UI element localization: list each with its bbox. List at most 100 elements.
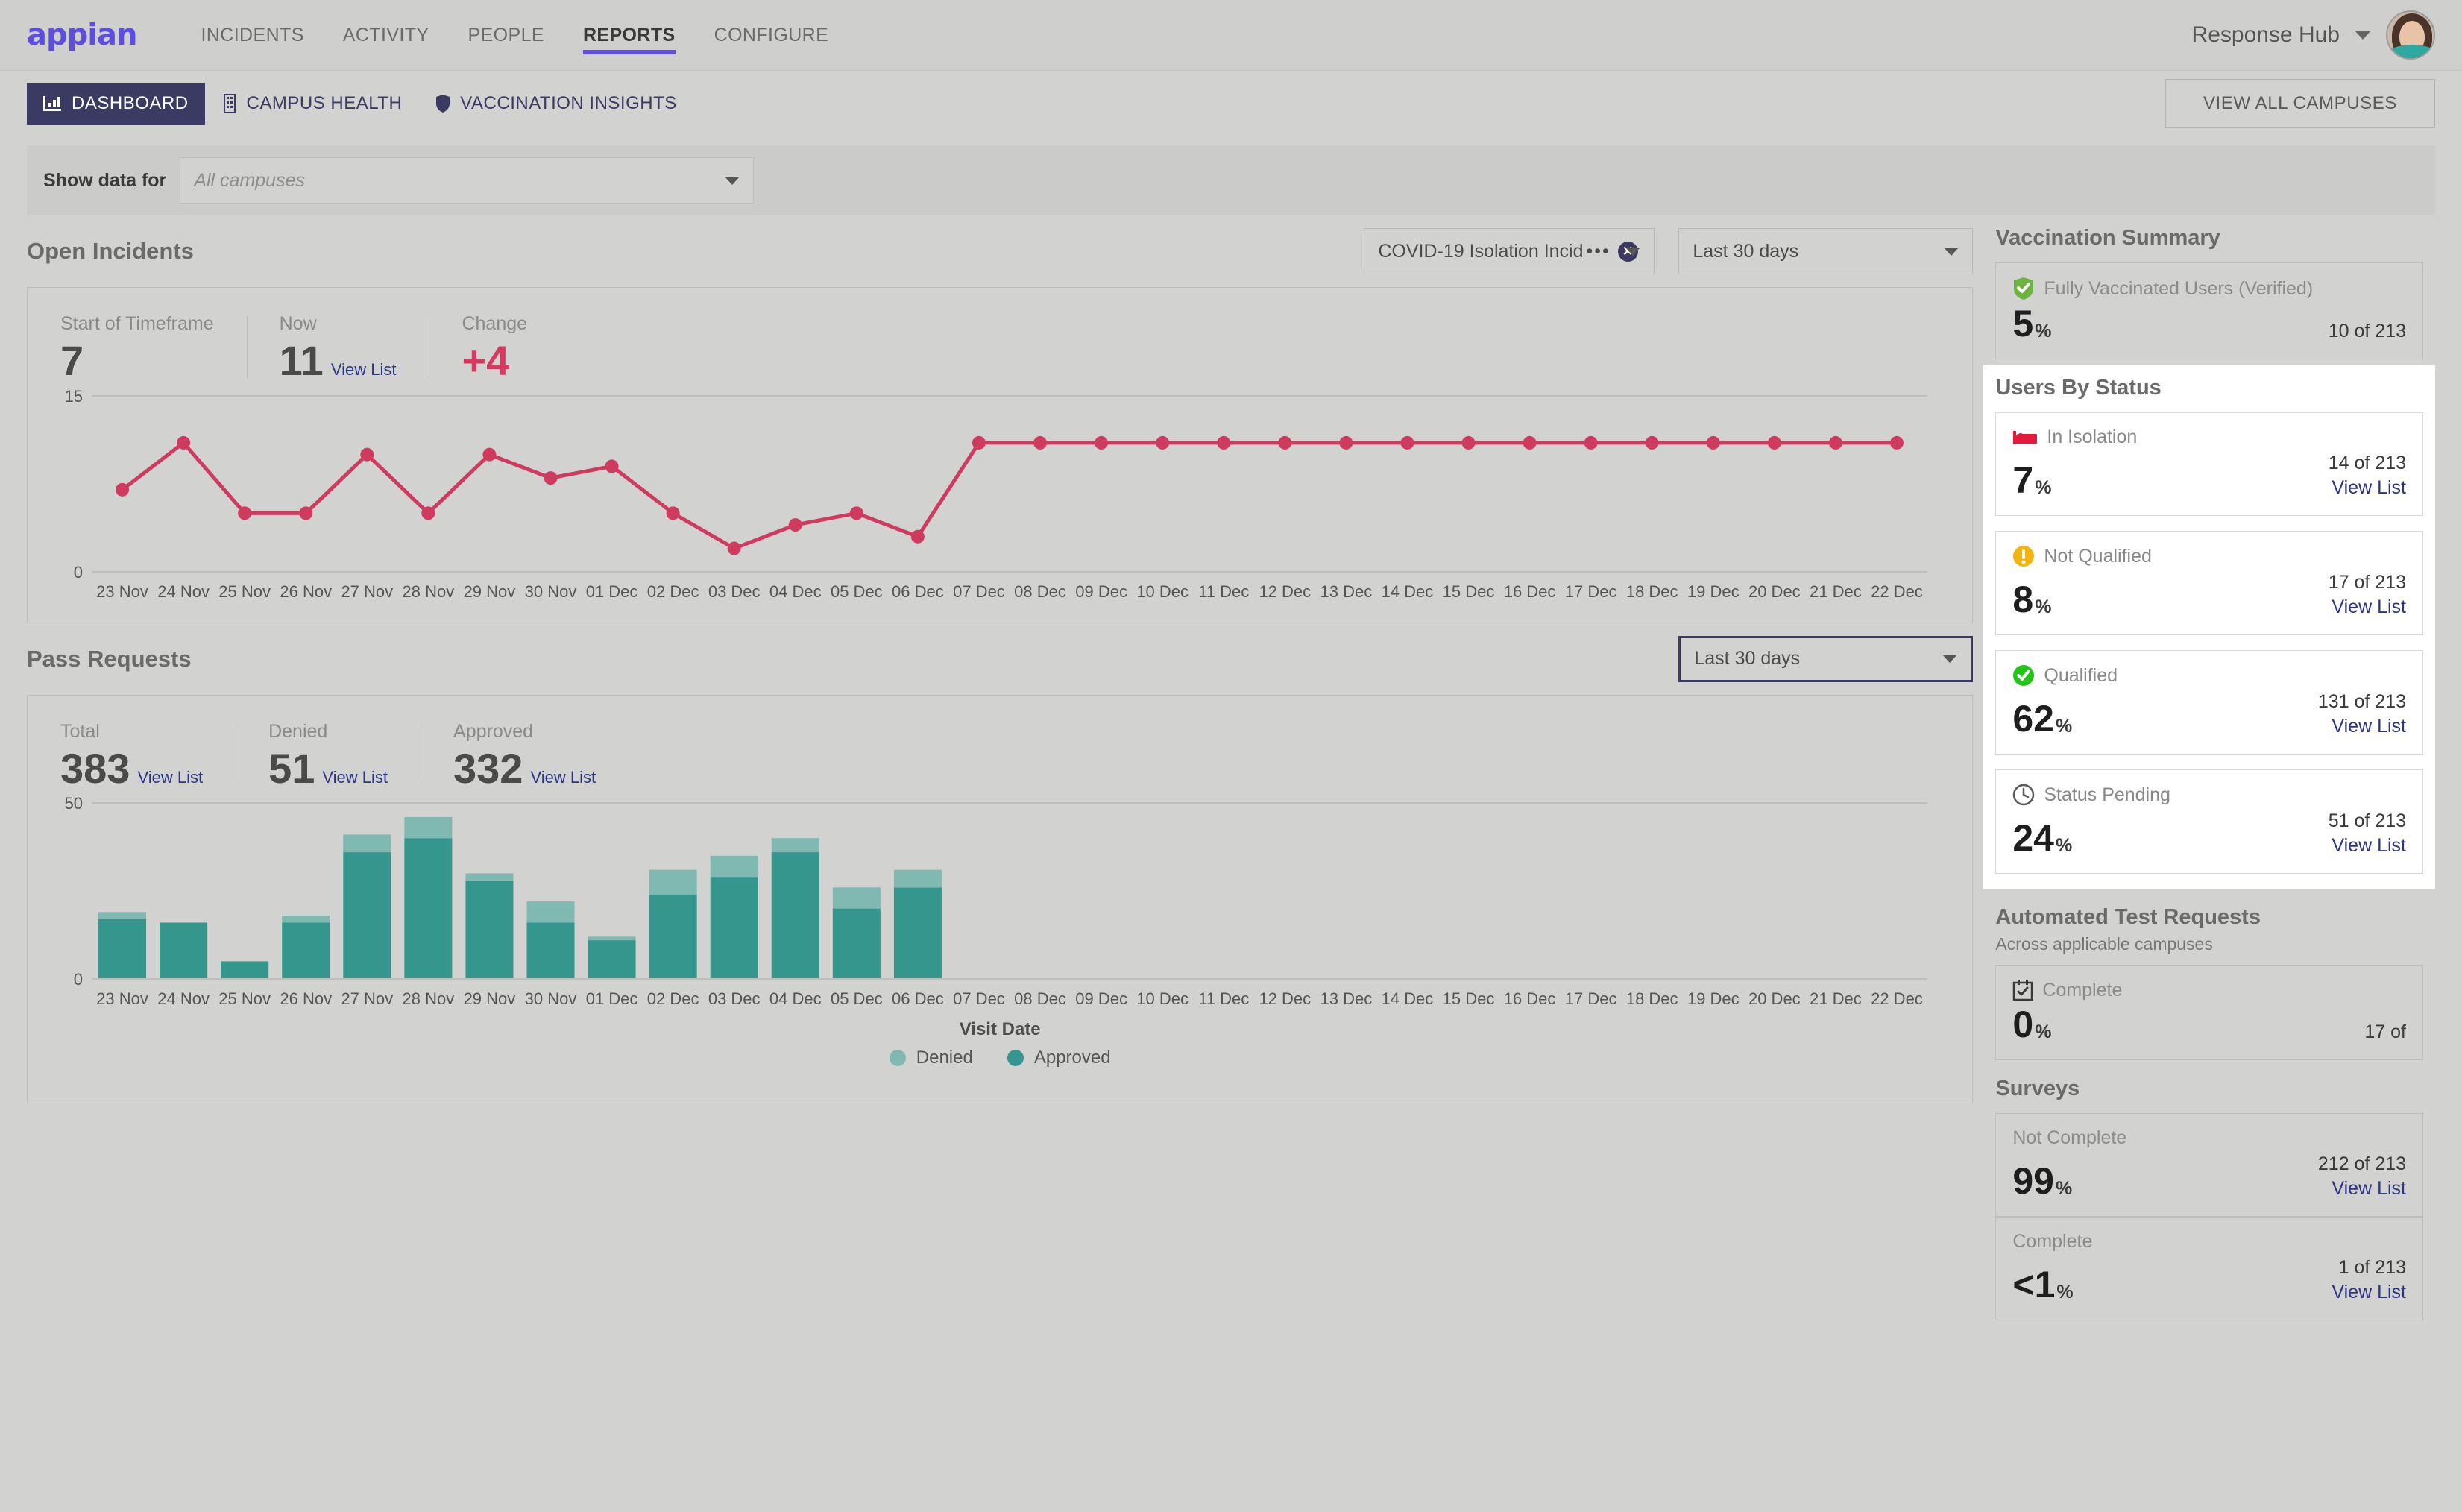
bar-segment-denied[interactable] — [282, 916, 330, 923]
nav-item-configure[interactable]: CONFIGURE — [695, 0, 849, 71]
data-point[interactable] — [1033, 435, 1048, 450]
chevron-down-icon[interactable] — [2355, 31, 2371, 40]
data-point[interactable] — [1523, 435, 1537, 450]
bar-segment-approved[interactable] — [771, 852, 819, 980]
bar-segment-approved[interactable] — [832, 908, 881, 980]
tab-dashboard[interactable]: DASHBOARD — [27, 83, 205, 125]
view-list-link[interactable]: View List — [2318, 716, 2406, 737]
tab-campus-health[interactable]: CAMPUS HEALTH — [205, 83, 419, 125]
bar-segment-denied[interactable] — [893, 869, 942, 888]
data-point[interactable] — [1339, 435, 1353, 450]
x-axis-tick-label: 30 Nov — [525, 582, 577, 601]
nav-item-reports[interactable]: REPORTS — [564, 0, 695, 71]
data-point[interactable] — [1400, 435, 1414, 450]
data-point[interactable] — [299, 505, 313, 520]
bar-segment-approved[interactable] — [221, 961, 269, 980]
data-point[interactable] — [1767, 435, 1781, 450]
incident-type-filter-value: COVID-19 Isolation Incid — [1378, 240, 1584, 262]
shield-check-icon — [2012, 277, 2035, 300]
bar-segment-approved[interactable] — [588, 940, 636, 980]
kpi-value-row: +4 — [462, 338, 527, 384]
view-list-link[interactable]: View List — [2332, 1282, 2406, 1303]
data-point[interactable] — [421, 505, 435, 520]
stat-header: Not Qualified — [2012, 545, 2406, 567]
legend-item-denied[interactable]: Denied — [889, 1048, 973, 1068]
bar-segment-denied[interactable] — [404, 817, 453, 839]
incident-type-filter[interactable]: COVID-19 Isolation Incid ••• ✕ — [1364, 228, 1655, 274]
data-point[interactable] — [1278, 435, 1292, 450]
bar-segment-approved[interactable] — [465, 881, 514, 980]
users-by-status-card-status-pending: Status Pending 24% 51 of 213 View List — [1995, 769, 2423, 874]
bar-chart-x-axis-title: Visit Date — [959, 1019, 1041, 1040]
data-point[interactable] — [910, 529, 925, 544]
view-list-link[interactable]: View List — [322, 768, 388, 787]
bar-segment-denied[interactable] — [98, 912, 147, 919]
data-point[interactable] — [1828, 435, 1842, 450]
bar-segment-approved[interactable] — [160, 922, 208, 980]
bar-segment-denied[interactable] — [771, 838, 819, 853]
data-point[interactable] — [1156, 435, 1170, 450]
data-point[interactable] — [1217, 435, 1231, 450]
bar-segment-denied[interactable] — [710, 855, 758, 878]
data-point[interactable] — [849, 505, 863, 520]
view-list-link[interactable]: View List — [2318, 1178, 2406, 1200]
nav-item-activity[interactable]: ACTIVITY — [324, 0, 449, 71]
x-axis-tick-label: 26 Nov — [280, 989, 332, 1008]
data-point[interactable] — [727, 541, 741, 555]
appian-logo[interactable]: appian — [27, 18, 137, 52]
data-point[interactable] — [1706, 435, 1720, 450]
data-point[interactable] — [116, 482, 130, 497]
data-point[interactable] — [1095, 435, 1109, 450]
data-point[interactable] — [972, 435, 986, 450]
bar-segment-denied[interactable] — [343, 834, 391, 853]
stat-fraction: 10 of 213 — [2328, 321, 2406, 341]
data-point[interactable] — [1889, 435, 1904, 450]
data-point[interactable] — [238, 505, 252, 520]
x-axis-tick-label: 13 Dec — [1320, 582, 1373, 601]
nav-item-people[interactable]: PEOPLE — [449, 0, 564, 71]
surveys-title: Surveys — [1995, 1077, 2080, 1100]
view-all-campuses-button[interactable]: VIEW ALL CAMPUSES — [2165, 79, 2435, 128]
pass-requests-timeframe-filter[interactable]: Last 30 days — [1678, 635, 1974, 682]
data-point[interactable] — [1584, 435, 1598, 450]
view-list-link[interactable]: View List — [137, 768, 203, 787]
view-list-link[interactable]: View List — [2329, 477, 2406, 499]
bar-segment-approved[interactable] — [343, 852, 391, 980]
bar-segment-approved[interactable] — [404, 838, 453, 980]
data-point[interactable] — [1645, 435, 1659, 450]
data-point[interactable] — [360, 447, 374, 462]
bar-segment-approved[interactable] — [893, 887, 942, 980]
tab-vaccination-insights[interactable]: VACCINATION INSIGHTS — [418, 83, 693, 125]
bar-segment-approved[interactable] — [98, 919, 147, 980]
data-point[interactable] — [177, 435, 191, 450]
avatar[interactable] — [2386, 10, 2435, 60]
view-list-link[interactable]: View List — [530, 768, 596, 787]
data-point[interactable] — [666, 505, 680, 520]
data-point[interactable] — [788, 517, 802, 532]
view-list-link[interactable]: View List — [331, 360, 397, 379]
bar-segment-approved[interactable] — [526, 922, 575, 980]
nav-item-incidents[interactable]: INCIDENTS — [181, 0, 323, 71]
bar-segment-denied[interactable] — [588, 936, 636, 941]
data-point[interactable] — [1461, 435, 1476, 450]
bar-segment-approved[interactable] — [282, 922, 330, 980]
data-point[interactable] — [605, 459, 619, 473]
open-incidents-chart: 0 15 23 Nov 24 Nov 25 Nov 26 Nov 27 Nov 28 Nov 2… — [28, 384, 1972, 623]
incidents-timeframe-filter[interactable]: Last 30 days — [1678, 228, 1974, 274]
view-list-link[interactable]: View List — [2329, 835, 2406, 857]
stat-meta: 14 of 213 View List — [2329, 453, 2406, 499]
data-point[interactable] — [544, 470, 558, 485]
bar-segment-approved[interactable] — [649, 894, 697, 980]
hub-name-label[interactable]: Response Hub — [2192, 22, 2340, 48]
bar-segment-denied[interactable] — [526, 901, 575, 923]
bar-segment-denied[interactable] — [832, 887, 881, 909]
view-list-link[interactable]: View List — [2329, 596, 2406, 618]
bar-segment-approved[interactable] — [710, 877, 758, 980]
x-axis-tick-label: 13 Dec — [1320, 989, 1373, 1008]
bar-segment-denied[interactable] — [465, 873, 514, 881]
legend-item-approved[interactable]: Approved — [1007, 1048, 1111, 1068]
campus-select[interactable]: All campuses — [180, 157, 755, 204]
bar-segment-denied[interactable] — [649, 869, 697, 895]
data-point[interactable] — [482, 447, 497, 462]
x-axis-tick-label: 25 Nov — [218, 582, 271, 601]
